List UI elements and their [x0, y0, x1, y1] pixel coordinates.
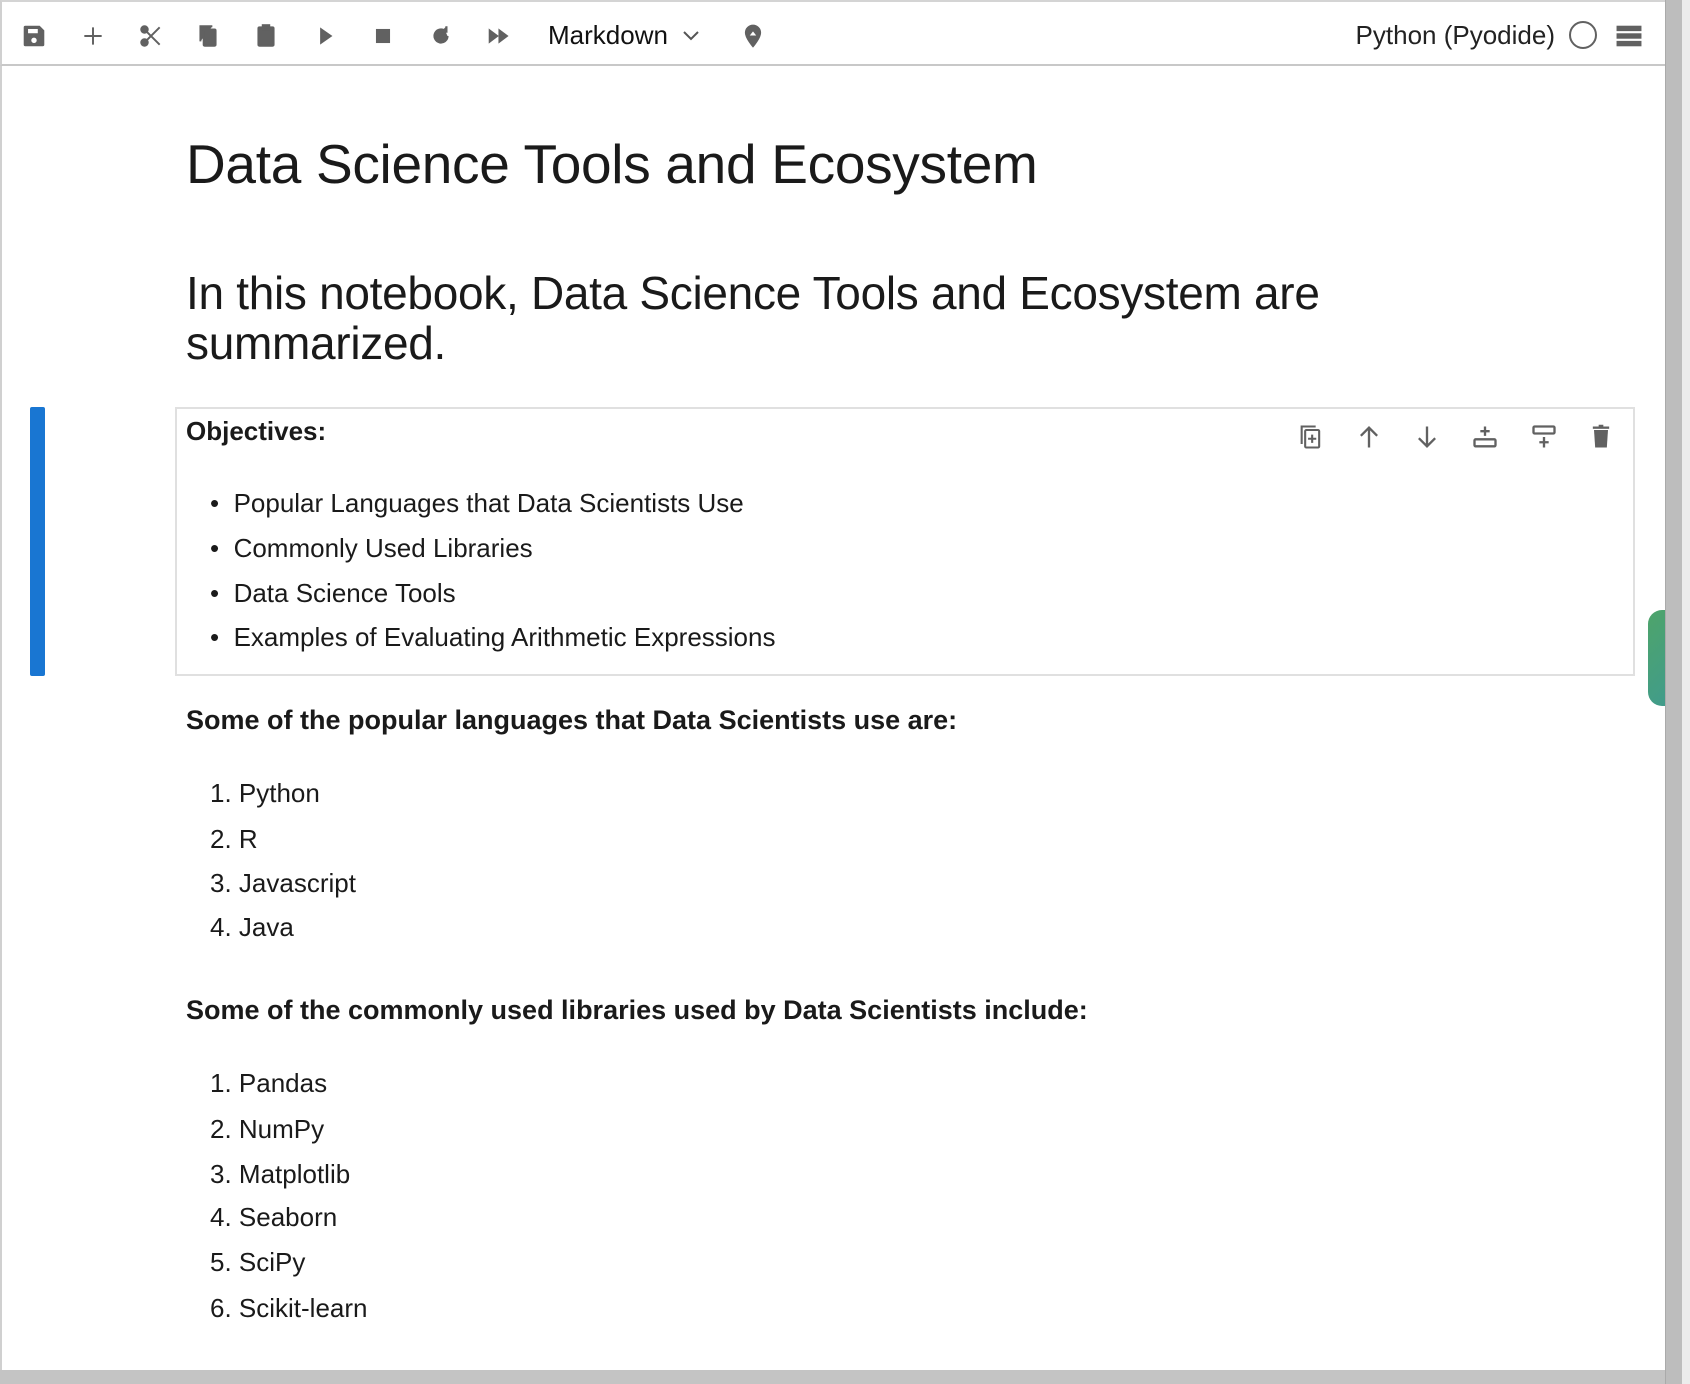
objective-item: • Popular Languages that Data Scientists… — [210, 488, 744, 518]
vertical-scrollbar[interactable] — [1665, 0, 1690, 1384]
objective-item: • Data Science Tools — [210, 578, 456, 608]
cut-icon[interactable] — [137, 22, 165, 50]
active-cell-indicator[interactable] — [30, 407, 45, 676]
cell-type-value: Markdown — [548, 20, 668, 50]
notebook-subtitle: In this notebook, Data Science Tools and… — [186, 267, 1320, 369]
add-cell-icon[interactable] — [79, 22, 107, 50]
library-item: 5. SciPy — [210, 1247, 306, 1277]
copy-icon[interactable] — [194, 22, 222, 50]
objective-item: • Examples of Evaluating Arithmetic Expr… — [210, 622, 776, 652]
objective-item: • Commonly Used Libraries — [210, 533, 533, 563]
objective-text: Popular Languages that Data Scientists U… — [233, 488, 744, 518]
save-icon[interactable] — [20, 22, 48, 50]
language-item: 2. R — [210, 824, 258, 854]
objective-text: Data Science Tools — [233, 578, 456, 608]
menu-icon[interactable] — [1615, 22, 1643, 50]
objective-text: Examples of Evaluating Arithmetic Expres… — [233, 622, 776, 652]
delete-cell-icon[interactable] — [1586, 422, 1616, 452]
insert-above-icon[interactable] — [1470, 422, 1500, 452]
run-all-icon[interactable] — [485, 22, 513, 50]
chevron-down-icon — [683, 30, 699, 40]
panel-border — [0, 66, 2, 1370]
cell-type-dropdown[interactable]: Markdown — [548, 20, 700, 51]
language-item: 3. Javascript — [210, 868, 356, 898]
library-item: 1. Pandas — [210, 1068, 328, 1098]
duplicate-cell-icon[interactable] — [1296, 422, 1326, 452]
languages-heading: Some of the popular languages that Data … — [186, 705, 958, 735]
move-up-icon[interactable] — [1354, 422, 1384, 452]
notebook-toolbar: Markdown Python (Pyodide) — [0, 0, 1665, 66]
stop-icon[interactable] — [369, 22, 397, 50]
horizontal-scrollbar[interactable] — [0, 1370, 1665, 1384]
insert-below-icon[interactable] — [1529, 422, 1559, 452]
language-item: 4. Java — [210, 912, 294, 942]
run-icon[interactable] — [311, 22, 339, 50]
kernel-status-idle-icon — [1569, 21, 1597, 49]
pin-icon[interactable] — [739, 22, 767, 50]
language-item: 1. Python — [210, 778, 320, 808]
restart-icon[interactable] — [427, 22, 455, 50]
kernel-name[interactable]: Python (Pyodide) — [1356, 20, 1555, 51]
objective-text: Commonly Used Libraries — [233, 533, 533, 563]
library-item: 4. Seaborn — [210, 1202, 338, 1232]
objectives-heading: Objectives: — [186, 416, 327, 446]
move-down-icon[interactable] — [1412, 422, 1442, 452]
libraries-heading: Some of the commonly used libraries used… — [186, 995, 1088, 1025]
library-item: 2. NumPy — [210, 1114, 325, 1144]
library-item: 6. Scikit-learn — [210, 1293, 368, 1323]
paste-icon[interactable] — [252, 22, 280, 50]
notebook-title: Data Science Tools and Ecosystem — [186, 133, 1038, 195]
library-item: 3. Matplotlib — [210, 1159, 351, 1189]
